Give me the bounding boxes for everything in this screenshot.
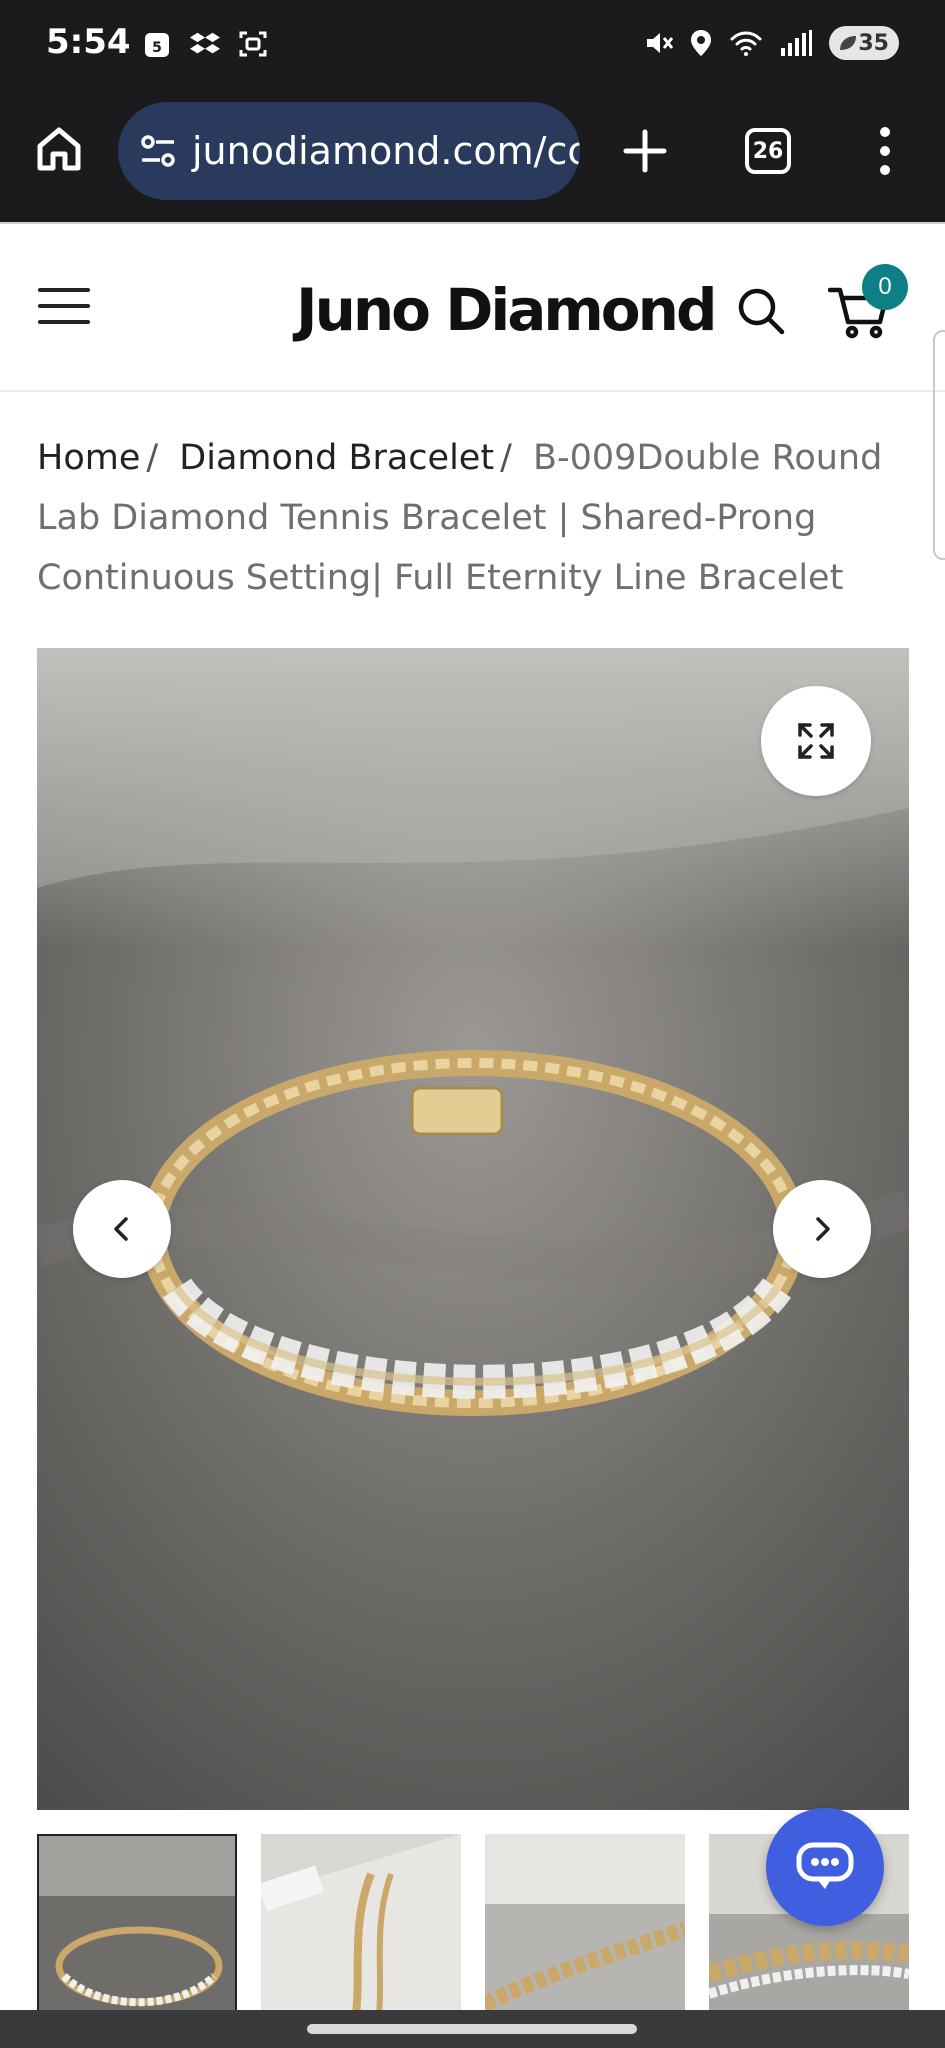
status-notification-icons: 5 xyxy=(142,28,268,60)
product-image-gallery[interactable] xyxy=(37,648,909,1810)
home-icon[interactable] xyxy=(34,124,84,174)
battery-level: 35 xyxy=(858,30,889,56)
url-text: junodiamond.com/cc xyxy=(192,129,580,173)
scrollbar[interactable] xyxy=(933,330,945,560)
signal-icon xyxy=(781,30,812,56)
mute-vibrate-icon xyxy=(647,33,673,53)
status-bar: 5:54 5 35 xyxy=(0,0,945,92)
thumbnail-3[interactable] xyxy=(485,1834,685,2014)
address-bar[interactable]: junodiamond.com/cc xyxy=(118,102,580,200)
breadcrumb-diamond-bracelet[interactable]: Diamond Bracelet xyxy=(179,438,494,478)
expand-icon[interactable] xyxy=(761,686,871,796)
breadcrumb-separator: / xyxy=(146,438,159,478)
battery-icon: 35 xyxy=(829,26,899,60)
tab-switcher-icon[interactable]: 26 xyxy=(745,128,791,174)
new-tab-icon[interactable] xyxy=(620,126,670,176)
brand-logo[interactable]: Juno Diamond xyxy=(296,276,717,344)
tab-count: 26 xyxy=(752,138,784,164)
chat-bubble-icon[interactable] xyxy=(766,1808,884,1926)
dropbox-icon xyxy=(190,28,220,60)
breadcrumb-home[interactable]: Home xyxy=(37,438,140,478)
wifi-icon xyxy=(730,31,762,56)
thumbnail-1[interactable] xyxy=(37,1834,237,2014)
more-vert-icon[interactable] xyxy=(870,124,900,178)
gesture-handle[interactable] xyxy=(307,2024,637,2034)
status-system-icons: 35 xyxy=(643,26,899,60)
browser-toolbar: junodiamond.com/cc 26 xyxy=(0,92,945,222)
chevron-left-icon[interactable] xyxy=(73,1180,171,1278)
breadcrumb-separator: / xyxy=(500,438,512,478)
hamburger-menu-icon[interactable] xyxy=(38,286,90,326)
search-icon[interactable] xyxy=(736,286,786,336)
location-icon xyxy=(691,30,711,56)
breadcrumb: Home / Diamond Bracelet / B-009Double Roun… xyxy=(37,428,897,608)
calendar-day-text: 5 xyxy=(152,40,162,56)
thumbnail-2[interactable] xyxy=(261,1834,461,2014)
cart-count-badge: 0 xyxy=(862,264,908,310)
status-time: 5:54 xyxy=(46,22,131,62)
site-header: Juno Diamond 0 xyxy=(0,222,945,392)
chevron-right-icon[interactable] xyxy=(773,1180,871,1278)
calendar-icon: 5 xyxy=(142,28,172,60)
screenshot-icon xyxy=(238,28,268,60)
navigation-gesture-bar xyxy=(0,2010,945,2048)
site-settings-icon[interactable] xyxy=(138,131,178,171)
